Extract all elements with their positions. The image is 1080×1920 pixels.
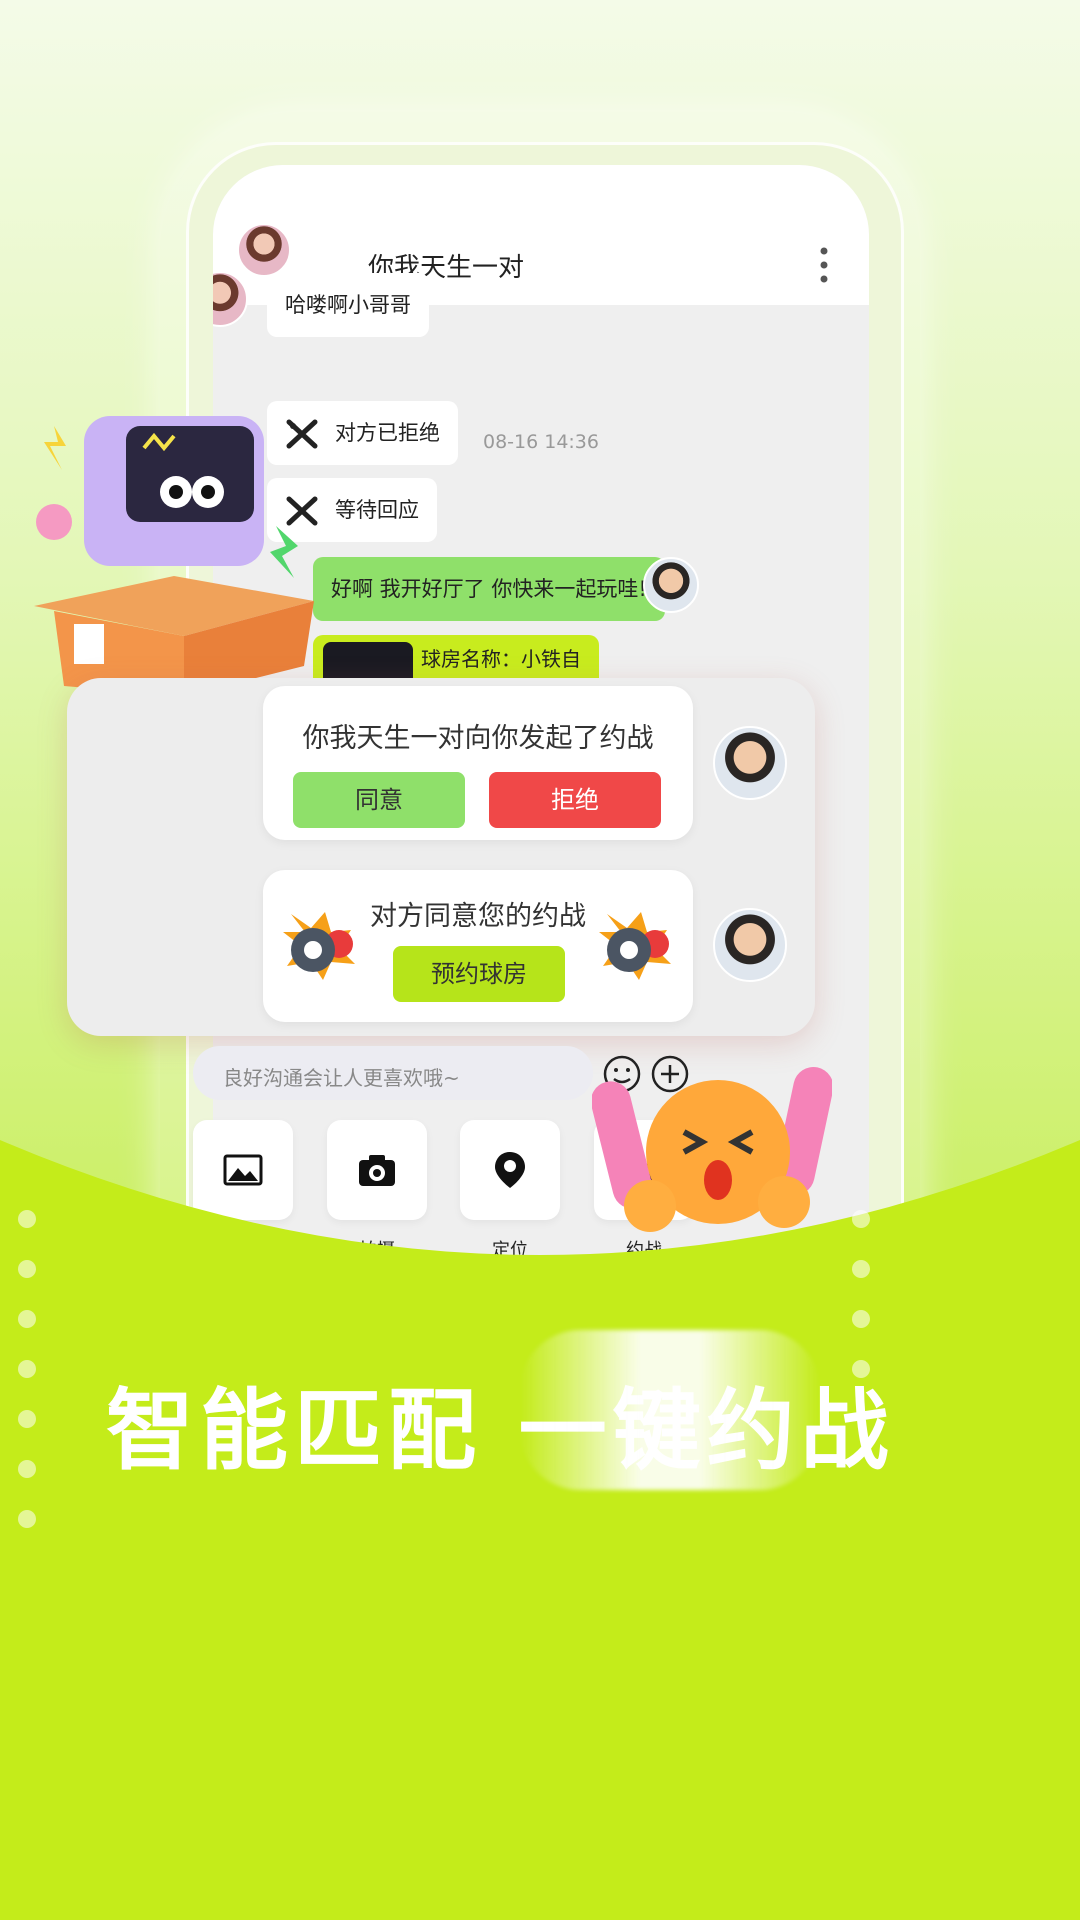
message-input[interactable]: 良好沟通会让人更喜欢哦~: [193, 1046, 593, 1100]
accepter-avatar[interactable]: [713, 908, 787, 982]
decor-dot: [18, 1460, 36, 1478]
challenge-request-text: 你我天生一对向你发起了约战: [302, 723, 654, 754]
self-avatar[interactable]: [643, 557, 699, 613]
decor-dot: [18, 1310, 36, 1328]
mascot-robot-box: [34, 416, 314, 696]
message-text: 等待回应: [335, 498, 419, 522]
book-room-button[interactable]: 预约球房: [393, 946, 565, 1002]
challenge-accepted-card: 对方同意您的约战 预约球房: [263, 870, 693, 1022]
billiard-ball-icon: [599, 912, 671, 980]
decor-dot: [852, 1310, 870, 1328]
decor-dot: [18, 1260, 36, 1278]
message-reply: 好啊 我开好厅了 你快来一起玩哇!: [313, 557, 665, 621]
billiard-ball-icon: [283, 912, 355, 980]
reject-button[interactable]: 拒绝: [489, 772, 661, 828]
input-placeholder: 良好沟通会让人更喜欢哦~: [223, 1066, 460, 1090]
contact-avatar[interactable]: [237, 223, 291, 277]
overlay-challenge-panel: 你我天生一对向你发起了约战 同意 拒绝 对方同意您的约战 预约球房: [67, 678, 815, 1036]
message-text: 哈喽啊小哥哥: [285, 293, 411, 317]
decor-dot: [18, 1210, 36, 1228]
message-greeting: 哈喽啊小哥哥: [267, 273, 429, 337]
bottom-wave-banner: [0, 1140, 1080, 1920]
decor-dot: [852, 1210, 870, 1228]
challenger-avatar[interactable]: [713, 726, 787, 800]
decor-dot: [18, 1510, 36, 1528]
more-options-icon[interactable]: [817, 245, 831, 285]
challenge-request-card: 你我天生一对向你发起了约战 同意 拒绝: [263, 686, 693, 840]
decor-dot: [18, 1360, 36, 1378]
message-text: 对方已拒绝: [335, 421, 440, 445]
decor-dot: [852, 1260, 870, 1278]
agree-button[interactable]: 同意: [293, 772, 465, 828]
decor-dot: [18, 1410, 36, 1428]
message-text: 好啊 我开好厅了 你快来一起玩哇!: [331, 577, 647, 601]
slogan-glare: [520, 1330, 820, 1490]
